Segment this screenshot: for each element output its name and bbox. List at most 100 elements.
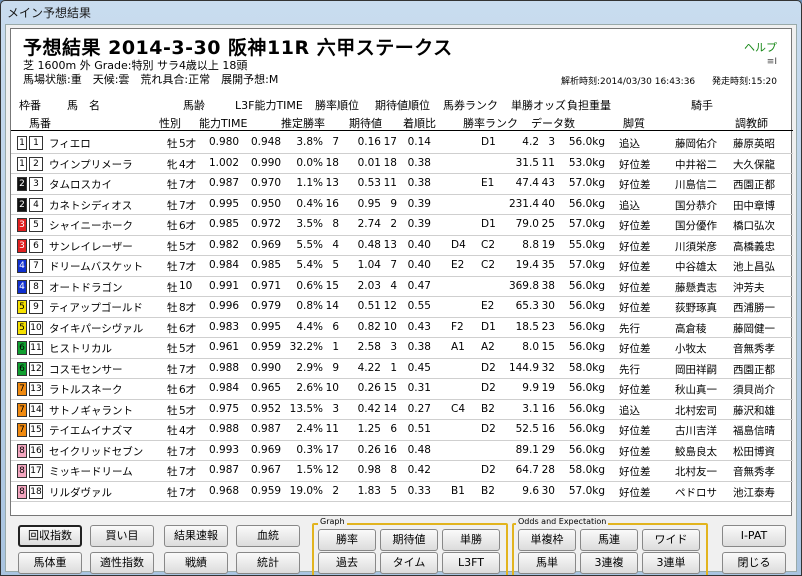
cell-jockey: 川島信二 xyxy=(675,179,717,191)
left-button-5[interactable]: 適性指数 xyxy=(90,552,154,574)
cell-ability: 0.993 xyxy=(209,443,240,456)
graph-button-3[interactable]: 過去 xyxy=(318,552,376,574)
left-button-6[interactable]: 戦績 xyxy=(164,552,228,574)
cell-sex: 牡 xyxy=(167,199,178,212)
analysis-time: 解析時刻:2014/03/30 16:43:36 xyxy=(560,77,696,87)
odds-button-0[interactable]: 単複枠 xyxy=(518,529,576,551)
table-row[interactable]: 6 11 ヒストリカル 牡 5才 0.961 0.959 32.2% 1 2.58 3 0.38 A1 A… xyxy=(11,338,793,359)
cell-rank2: D2 xyxy=(481,464,496,476)
cell-winrate: 32.2% xyxy=(289,341,323,353)
ipat-button[interactable]: I-PAT xyxy=(722,525,786,547)
table-row[interactable]: 7 15 テイエムイナズマ 牡 4才 0.988 0.987 2.4% 11 1.25 6 0.51 D… xyxy=(11,420,793,441)
cell-trainer: 池上昌弘 xyxy=(733,261,775,273)
table-row[interactable]: 1 2 ウインプリメーラ牝 4才 1.002 0.990 0.0% 18 0.01 18 0.38 3… xyxy=(11,154,793,174)
odds-button-5[interactable]: 3連単 xyxy=(642,552,700,574)
graph-button-0[interactable]: 勝率 xyxy=(318,529,376,551)
start-time: 発走時刻:15:20 xyxy=(712,77,777,87)
table-row[interactable]: 2 3 タムロスカイ 牡 7才 0.987 0.970 1.1% 13 0.53 11 0.38 E1 4… xyxy=(11,174,793,195)
table-row[interactable]: 7 14 サトノギャラント牡 5才 0.975 0.952 13.5% 3 0.42 14 0.27… xyxy=(11,400,793,420)
cell-l3f: 0.990 xyxy=(251,361,282,374)
table-row[interactable]: 8 18 リルダヴァル 牡 7才 0.968 0.959 19.0% 2 1.83 5 0.33 B1 B… xyxy=(11,482,793,502)
odds-button-4[interactable]: 3連複 xyxy=(580,552,638,574)
table-row[interactable]: 2 4 カネトシディオス 牡 7才 0.995 0.950 0.4% 16 0.95 9 0.39 23… xyxy=(11,195,793,215)
print-icon[interactable]: ≡I xyxy=(767,57,777,67)
table-row[interactable]: 8 17 ミッキードリーム牡 7才 0.987 0.967 1.5% 12 0.98 8 0.42 D… xyxy=(11,461,793,482)
graph-button-5[interactable]: L3FT xyxy=(442,552,500,574)
cell-rank2: C2 xyxy=(481,238,496,251)
left-button-7[interactable]: 統計 xyxy=(236,552,300,574)
cell-style: 好位差 xyxy=(619,466,651,478)
cell-expect: 2.74 xyxy=(357,218,381,230)
cell-ratio: 0.51 xyxy=(407,423,431,435)
cell-odds: 369.8 xyxy=(508,279,539,292)
left-button-1[interactable]: 買い目 xyxy=(90,525,154,547)
waku-badge: 8 xyxy=(17,484,27,499)
table-row[interactable]: 4 8 オートドラゴン牡 10 0.991 0.971 0.6% 15 2.03 4 0.47 369… xyxy=(11,277,793,297)
cell-ability: 0.987 xyxy=(209,177,240,189)
cell-winrank: 5 xyxy=(332,259,339,271)
cell-jockey: 中谷雄太 xyxy=(675,261,717,273)
cell-exprank: 12 xyxy=(383,300,397,312)
cell-odds: 4.2 xyxy=(522,136,539,148)
cell-odds: 9.9 xyxy=(522,382,539,394)
cell-expect: 0.26 xyxy=(357,443,381,456)
cell-jockey: 荻野琢真 xyxy=(675,302,717,314)
table-row[interactable]: 5 10 タイキパーシヴァル牡 6才 0.983 0.995 4.4% 6 0.82 10 0.43… xyxy=(11,318,793,338)
table-row[interactable]: 7 13 ラトルスネーク 牡 6才 0.984 0.965 2.6% 10 0.26 15 0.31 D… xyxy=(11,379,793,400)
table-row[interactable]: 5 9 ティアップゴールド 牡 8才 0.996 0.979 0.8% 14 0.51 12 0.55… xyxy=(11,297,793,318)
window-title: メイン予想結果 xyxy=(7,5,92,20)
cell-rank2: D2 xyxy=(481,361,496,374)
odds-button-1[interactable]: 馬連 xyxy=(580,529,638,551)
cell-style: 好位差 xyxy=(619,158,651,171)
cell-jockey: 鮫島良太 xyxy=(675,445,717,458)
cell-trainer: 大久保龍 xyxy=(733,158,775,171)
cell-style: 好位差 xyxy=(619,302,651,314)
left-button-2[interactable]: 結果速報 xyxy=(164,525,228,547)
odds-button-3[interactable]: 馬単 xyxy=(518,552,576,574)
cell-winrate: 19.0% xyxy=(289,484,323,497)
cell-ability: 0.984 xyxy=(209,259,240,271)
cell-winrank: 10 xyxy=(325,382,339,394)
cell-jockey: 藤懸貴志 xyxy=(675,281,717,294)
left-button-4[interactable]: 馬体重 xyxy=(18,552,82,574)
waku-badge: 1 xyxy=(17,136,27,150)
cell-l3f: 0.985 xyxy=(251,259,282,271)
cell-exprank: 3 xyxy=(390,341,397,353)
cell-jockey: 古川吉洋 xyxy=(675,425,717,437)
cell-name: フィエロ xyxy=(49,138,91,150)
odds-button-2[interactable]: ワイド xyxy=(642,529,700,551)
cell-l3f: 0.965 xyxy=(251,382,282,394)
left-button-3[interactable]: 血統 xyxy=(236,525,300,547)
cell-trainer: 池江泰寿 xyxy=(733,486,775,499)
graph-button-2[interactable]: 単勝 xyxy=(442,529,500,551)
table-row[interactable]: 4 7 ドリームバスケット牡 7才 0.984 0.985 5.4% 5 1.04 7 0.40 E2… xyxy=(11,256,793,277)
cell-age: 4才 xyxy=(179,158,197,171)
table-row[interactable]: 8 16 セイクリッドセブン牡 7才 0.993 0.969 0.3% 17 0.26 16 0.4… xyxy=(11,441,793,461)
cell-ability: 0.991 xyxy=(209,279,240,292)
cell-trainer: 須貝尚介 xyxy=(733,384,775,396)
waku-badge: 6 xyxy=(17,361,27,376)
table-row[interactable]: 1 1 フィエロ 牡 5才 0.980 0.948 3.8% 7 0.16 17 0.14 D1 4.2 3… xyxy=(11,133,793,154)
graph-button-1[interactable]: 期待値 xyxy=(380,529,438,551)
cell-jockey: 藤岡佑介 xyxy=(675,138,717,150)
waku-badge: 7 xyxy=(17,402,27,417)
cell-exprank: 7 xyxy=(390,259,397,271)
cell-weight: 56.0kg xyxy=(568,300,605,312)
cell-l3f: 0.979 xyxy=(251,300,282,312)
col-style: 脚質 xyxy=(623,117,645,130)
table-row[interactable]: 3 6 サンレイレーザー 牡 5才 0.982 0.969 5.5% 4 0.48 13 0.40 D4… xyxy=(11,236,793,256)
cell-sex: 牡 xyxy=(167,404,178,417)
close-button[interactable]: 閉じる xyxy=(722,552,786,574)
table-row[interactable]: 6 12 コスモセンサー 牡 7才 0.988 0.990 2.9% 9 4.22 1 0.45 D2 1… xyxy=(11,359,793,379)
table-row[interactable]: 3 5 シャイニーホーク 牡 6才 0.985 0.972 3.5% 8 2.74 2 0.39 D1 7… xyxy=(11,215,793,236)
cell-rank2: D2 xyxy=(481,382,496,394)
horse-number: 3 xyxy=(29,177,43,191)
cell-expect: 0.26 xyxy=(357,382,381,394)
graph-button-4[interactable]: タイム xyxy=(380,552,438,574)
left-button-0[interactable]: 回収指数 xyxy=(18,525,82,547)
cell-odds: 3.1 xyxy=(522,402,539,415)
help-link[interactable]: ヘルプ xyxy=(744,39,777,55)
cell-name: オートドラゴン xyxy=(49,281,123,294)
cell-sex: 牡 xyxy=(167,281,178,294)
cell-style: 先行 xyxy=(619,322,640,335)
